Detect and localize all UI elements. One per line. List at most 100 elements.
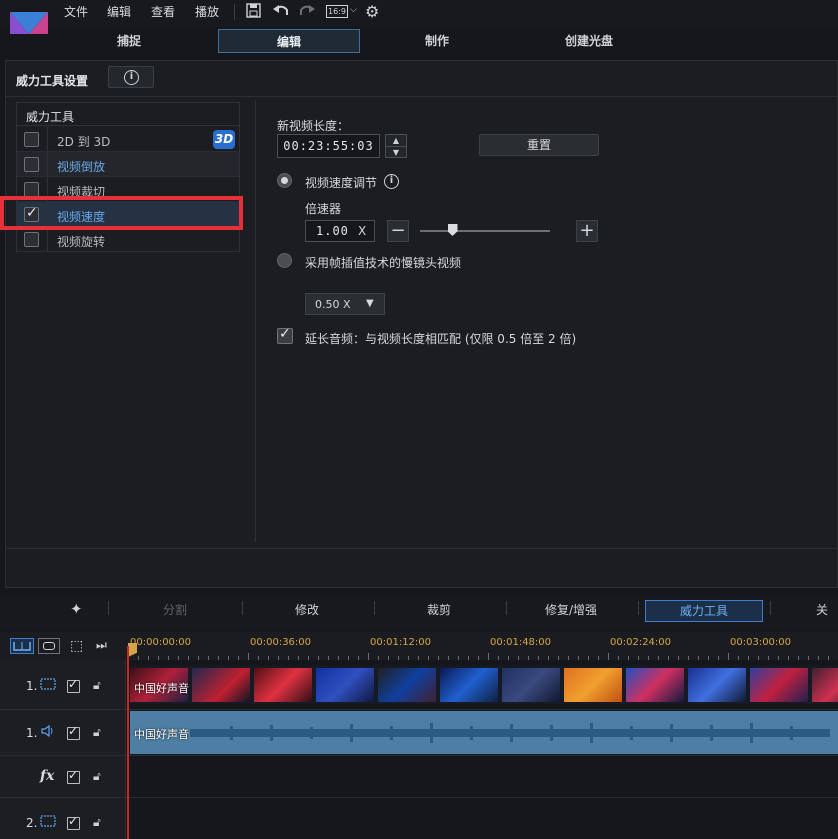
tool-checkbox[interactable] [24, 132, 39, 147]
audio-track-icon [40, 724, 56, 741]
info-icon[interactable]: i [384, 174, 399, 189]
tool-item-2d-to-3d[interactable]: 2D 到 3D [17, 127, 239, 152]
interp-speed-value: 0.50 X [315, 298, 351, 311]
increase-speed-button[interactable]: + [576, 220, 598, 242]
menu-divider [234, 4, 235, 20]
ruler-tick [488, 653, 489, 660]
tool-item-rotate[interactable]: 视频旋转 [17, 227, 239, 252]
extend-audio-checkbox[interactable] [277, 326, 293, 344]
highlight-box [0, 196, 243, 230]
audio-clip[interactable]: 中国好声音 [130, 711, 838, 754]
timeline-view-icon[interactable] [38, 638, 60, 654]
spin-up-icon[interactable]: ▲ [386, 135, 406, 146]
chevron-down-icon[interactable]: ⌵ [350, 5, 357, 15]
interp-radio[interactable] [277, 253, 292, 268]
video-track-icon [40, 677, 56, 694]
keyframe-button[interactable]: 关键 [776, 600, 838, 622]
tool-checkbox[interactable] [24, 157, 39, 172]
speed-adjust-label: 视频速度调节 [305, 176, 378, 190]
tool-item-reverse[interactable]: 视频倒放 [17, 152, 239, 177]
tool-checkbox[interactable] [24, 232, 39, 247]
speed-slider[interactable] [420, 230, 550, 232]
tool-checkbox[interactable] [24, 182, 39, 197]
magic-tools-icon[interactable]: ✦ [70, 600, 83, 618]
menu-edit[interactable]: 编辑 [107, 3, 131, 20]
new-length-input[interactable]: 00:23:55:03 [277, 134, 380, 158]
panel-header-divider [5, 96, 838, 97]
info-icon: i [124, 70, 139, 85]
ruler-tick [728, 653, 729, 660]
tick-label: 00:01:12:00 [370, 637, 432, 648]
tool-label: 2D 到 3D [57, 135, 111, 149]
settings-gear-icon[interactable]: ⚙ [365, 2, 379, 21]
lock-icon[interactable]: 🔓︎ [93, 678, 101, 693]
audio-waveform [190, 723, 830, 743]
track-number: 1. [26, 679, 38, 693]
tab-capture[interactable]: 捕捉 [58, 29, 200, 53]
row-separator [47, 152, 48, 176]
fx-track: fx 🔓︎ [0, 756, 838, 798]
interp-label: 采用帧插值技术的慢镜头视频 [305, 256, 462, 270]
track-number: 1. [26, 726, 38, 740]
video-clip-label: 中国好声音 [134, 682, 189, 695]
storyboard-toggle-icon[interactable] [10, 638, 34, 654]
info-button[interactable]: i [108, 66, 154, 88]
power-tools-button[interactable]: 威力工具 [645, 600, 763, 622]
multiplier-value: 1.00 [316, 224, 349, 238]
ruler-tick [248, 653, 249, 660]
multiplier-input[interactable]: 1.00 X [305, 220, 375, 242]
main-tabs: 捕捉 编辑 制作 创建光盘 [56, 28, 838, 56]
zoom-timeline-icon[interactable]: ⏭ [96, 638, 107, 653]
track-enable-checkbox[interactable] [67, 814, 80, 830]
decrease-speed-button[interactable]: − [387, 220, 409, 242]
menu-play[interactable]: 播放 [195, 3, 219, 20]
tick-label: 00:00:00:00 [130, 637, 192, 648]
row-separator [47, 127, 48, 151]
undo-icon[interactable] [272, 3, 290, 23]
video-track-icon [40, 814, 56, 831]
dropdown-arrow-icon: ▼ [366, 298, 374, 309]
reset-button[interactable]: 重置 [479, 134, 599, 156]
timeline-ruler[interactable]: 00:00:00:00 00:00:36:00 00:01:12:00 00:0… [128, 634, 838, 660]
playhead-line[interactable] [127, 646, 129, 839]
length-spinner[interactable]: ▲ ▼ [385, 134, 407, 158]
trim-button[interactable]: 裁剪 [380, 600, 498, 622]
multiplier-label: 倍速器 [305, 202, 342, 216]
tick-label: 00:01:48:00 [490, 637, 552, 648]
ruler-tick [608, 653, 609, 660]
3d-badge-icon: 3D [213, 130, 235, 149]
tool-label: 视频倒放 [57, 160, 106, 174]
new-length-label: 新视频长度： [277, 119, 350, 133]
fit-timeline-icon[interactable]: ⬚ [70, 638, 83, 654]
spin-down-icon[interactable]: ▼ [386, 146, 406, 157]
lock-icon[interactable]: 🔓︎ [93, 815, 101, 830]
tool-label: 视频旋转 [57, 235, 106, 249]
fx-track-icon: fx [40, 768, 55, 784]
tab-edit[interactable]: 编辑 [218, 29, 360, 53]
row-separator [47, 227, 48, 251]
lock-icon[interactable]: 🔓︎ [93, 725, 101, 740]
video-clip[interactable]: 中国好声音 [130, 666, 838, 704]
audio-clip-label: 中国好声音 [134, 728, 189, 741]
modify-button[interactable]: 修改 [248, 600, 366, 622]
interp-speed-select[interactable]: 0.50 X ▼ [305, 293, 385, 315]
track-enable-checkbox[interactable] [67, 724, 80, 740]
lock-icon[interactable]: 🔓︎ [93, 769, 101, 784]
track-enable-checkbox[interactable] [67, 768, 80, 784]
speed-adjust-radio[interactable] [277, 173, 292, 188]
tab-create-disc[interactable]: 创建光盘 [518, 29, 660, 53]
aspect-ratio-button[interactable]: 16:9 [326, 5, 348, 18]
edit-toolbar: ✦ 分割 修改 裁剪 修复/增强 威力工具 关键 [0, 597, 838, 629]
panel-footer-divider [5, 548, 838, 549]
menu-view[interactable]: 查看 [151, 3, 175, 20]
menu-file[interactable]: 文件 [64, 3, 88, 20]
redo-icon[interactable] [298, 3, 316, 23]
tab-produce[interactable]: 制作 [366, 29, 508, 53]
ruler-tick [368, 653, 369, 660]
save-icon[interactable] [246, 3, 261, 22]
track-enable-checkbox[interactable] [67, 677, 80, 693]
split-button[interactable]: 分割 [116, 600, 234, 622]
tick-label: 00:00:36:00 [250, 637, 312, 648]
app-logo [8, 10, 50, 36]
fix-enhance-button[interactable]: 修复/增强 [512, 600, 630, 622]
